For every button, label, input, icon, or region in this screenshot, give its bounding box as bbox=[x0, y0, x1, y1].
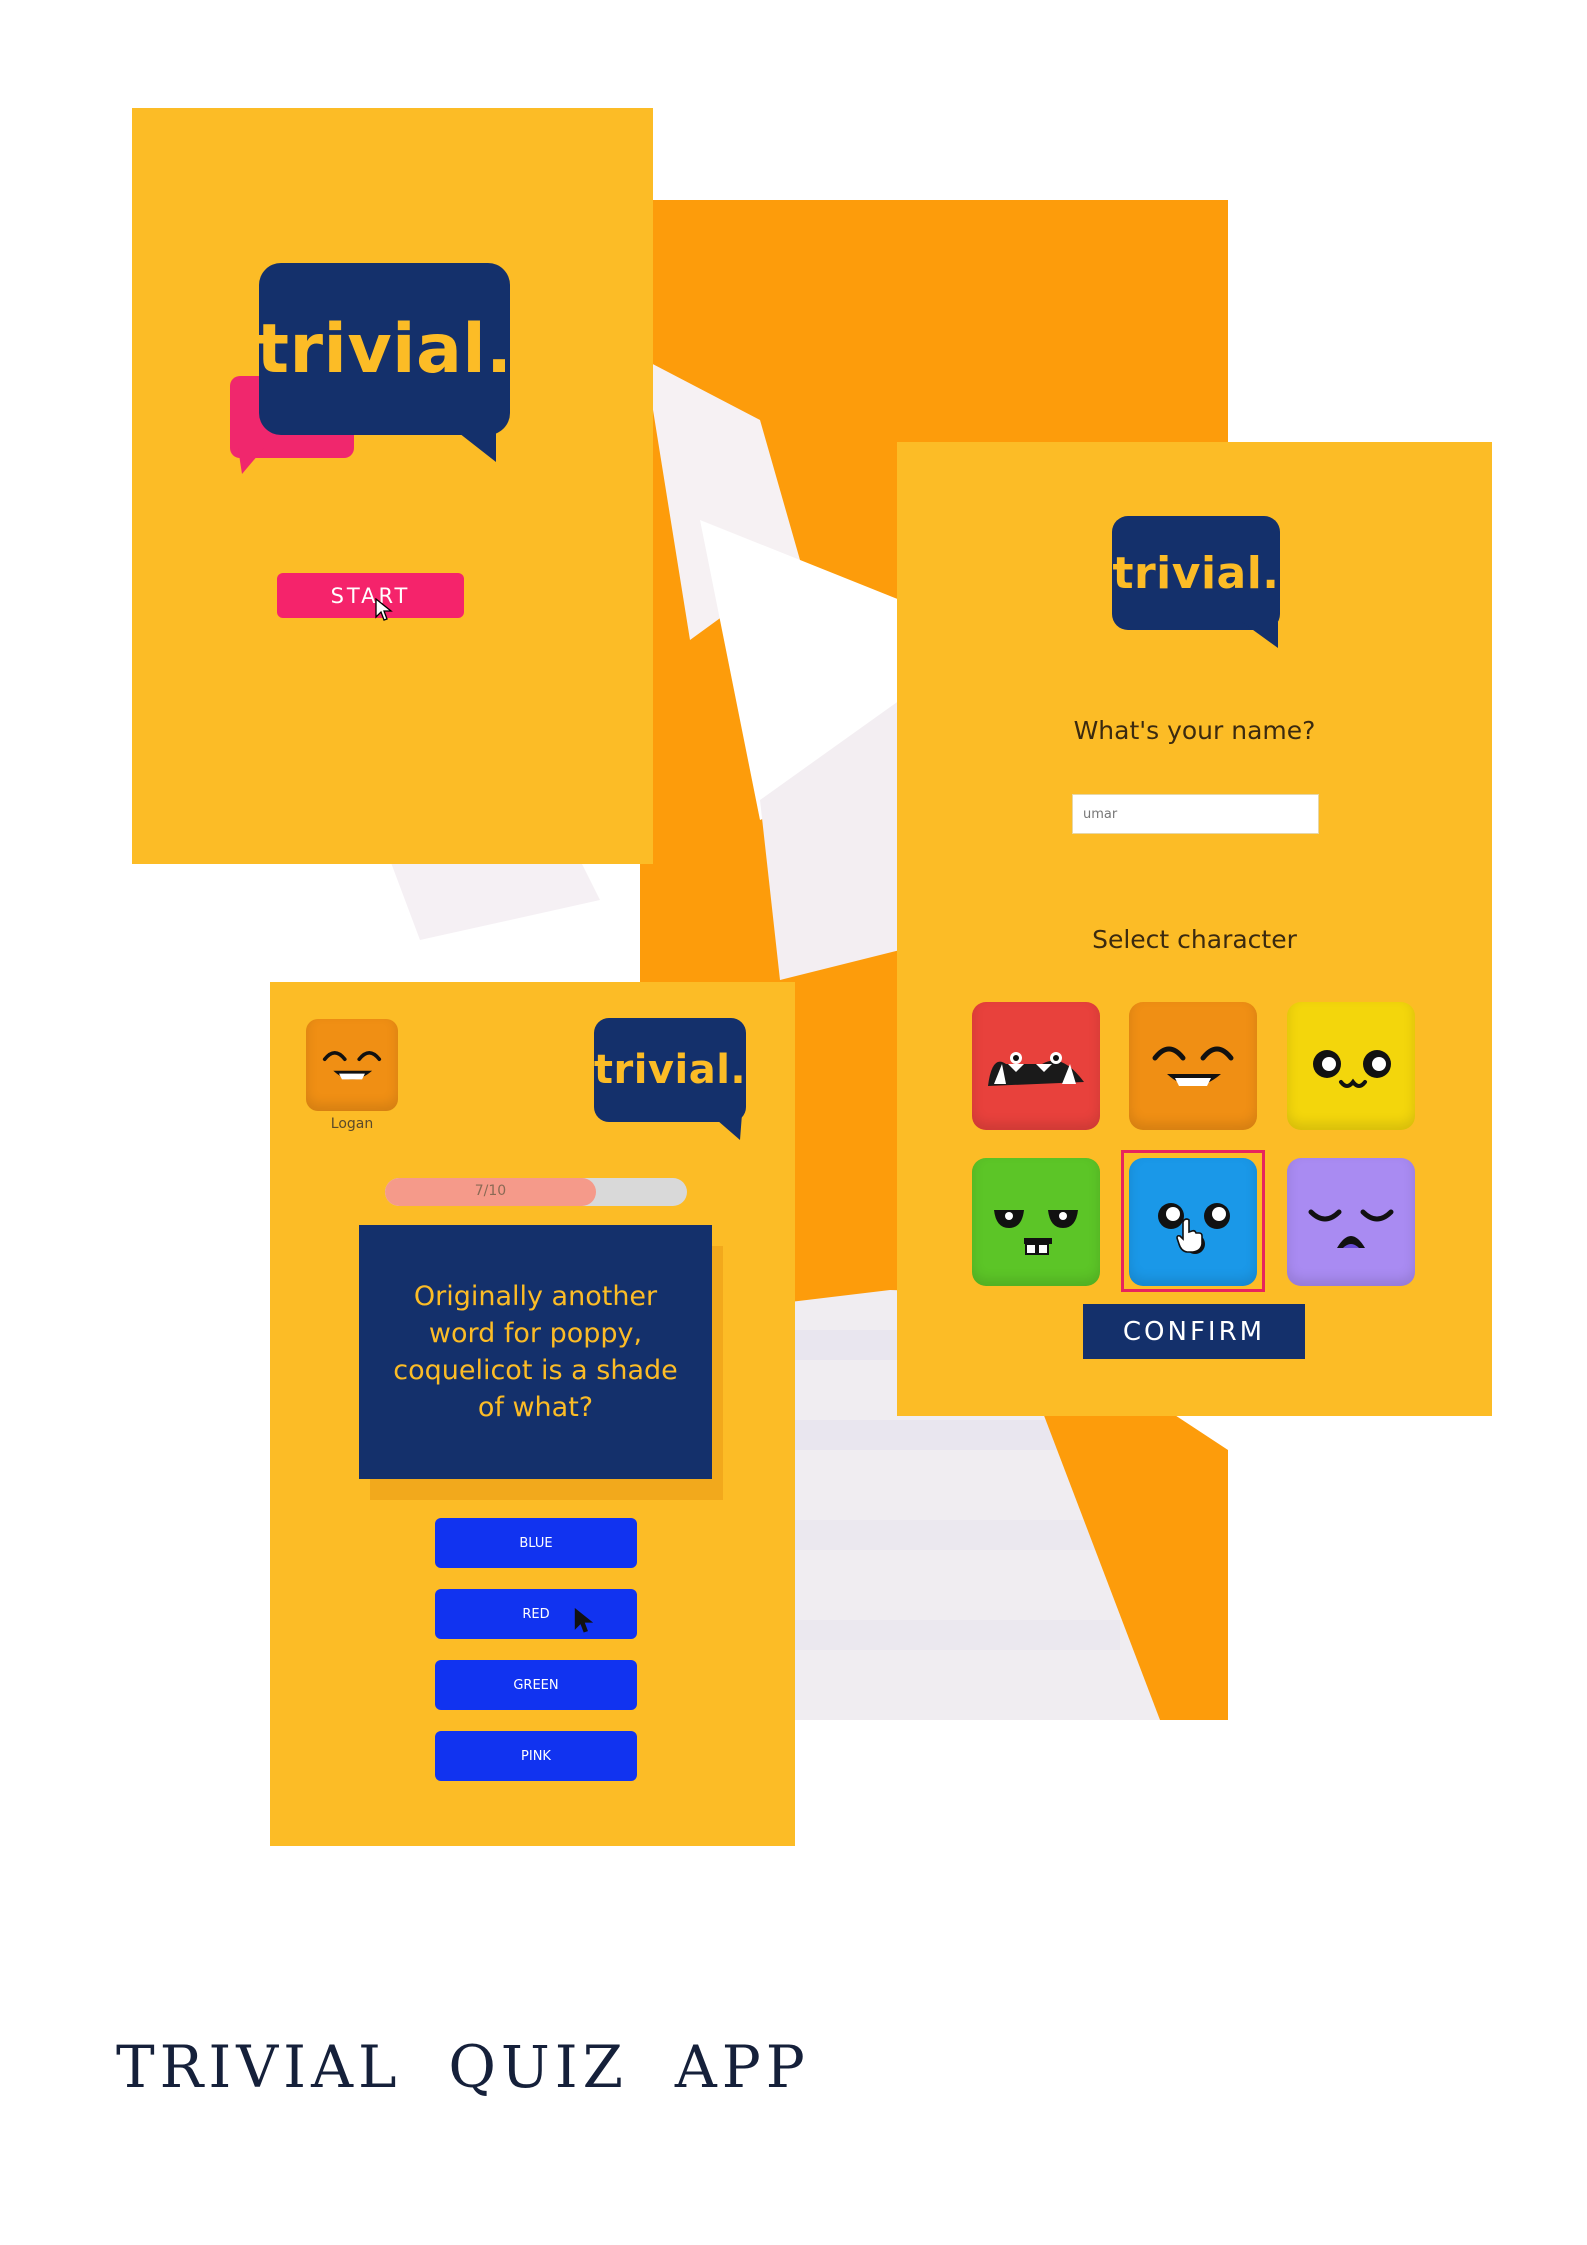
quiz-screen: Logan trivial. 7/10 Originally another w… bbox=[270, 982, 795, 1846]
logo-back-bubble-tail bbox=[238, 448, 264, 474]
logo-tail bbox=[710, 1114, 742, 1140]
select-character-label: Select character bbox=[1092, 925, 1297, 954]
name-input[interactable] bbox=[1072, 794, 1319, 834]
character-purple-sad[interactable] bbox=[1287, 1158, 1415, 1286]
logo-tail bbox=[450, 426, 496, 462]
question-card: Originally another word for poppy, coque… bbox=[359, 1225, 712, 1479]
setup-screen: trivial. What's your name? Select charac… bbox=[897, 442, 1492, 1416]
page-title: TRIVIAL QUIZ APP bbox=[116, 2033, 810, 2101]
purple-sad-face-icon bbox=[1308, 1209, 1394, 1248]
orange-grin-face-icon bbox=[1152, 1046, 1234, 1086]
progress-text: 7/10 bbox=[474, 1183, 507, 1199]
red-monster-face-icon bbox=[988, 1052, 1084, 1086]
character-green-zombie[interactable] bbox=[972, 1158, 1100, 1286]
answer-button-green[interactable]: GREEN bbox=[435, 1660, 637, 1710]
yellow-smile-face-icon bbox=[1313, 1050, 1391, 1088]
hand-pointer-icon bbox=[1176, 1218, 1203, 1253]
player-avatar bbox=[306, 1019, 398, 1111]
app-logo: trivial. bbox=[594, 1018, 746, 1122]
character-yellow-smile[interactable] bbox=[1287, 1002, 1415, 1130]
answer-button-blue[interactable]: BLUE bbox=[435, 1518, 637, 1568]
answer-button-red[interactable]: RED bbox=[435, 1589, 637, 1639]
mouse-cursor-icon bbox=[375, 598, 393, 621]
start-screen: trivial. START bbox=[132, 108, 653, 864]
start-button[interactable]: START bbox=[277, 573, 464, 618]
app-logo: trivial. bbox=[1112, 516, 1280, 630]
green-zombie-face-icon bbox=[994, 1210, 1078, 1255]
progress-bar: 7/10 bbox=[385, 1178, 687, 1206]
app-logo: trivial. bbox=[257, 263, 512, 435]
confirm-button[interactable]: CONFIRM bbox=[1083, 1304, 1305, 1359]
player-name: Logan bbox=[330, 1116, 374, 1132]
character-red-monster[interactable] bbox=[972, 1002, 1100, 1130]
character-orange-grin[interactable] bbox=[1129, 1002, 1257, 1130]
orange-grin-face-icon bbox=[322, 1051, 382, 1080]
mouse-cursor-icon bbox=[574, 1608, 594, 1633]
name-prompt: What's your name? bbox=[1073, 716, 1316, 745]
answer-button-pink[interactable]: PINK bbox=[435, 1731, 637, 1781]
logo-tail bbox=[1242, 622, 1278, 648]
